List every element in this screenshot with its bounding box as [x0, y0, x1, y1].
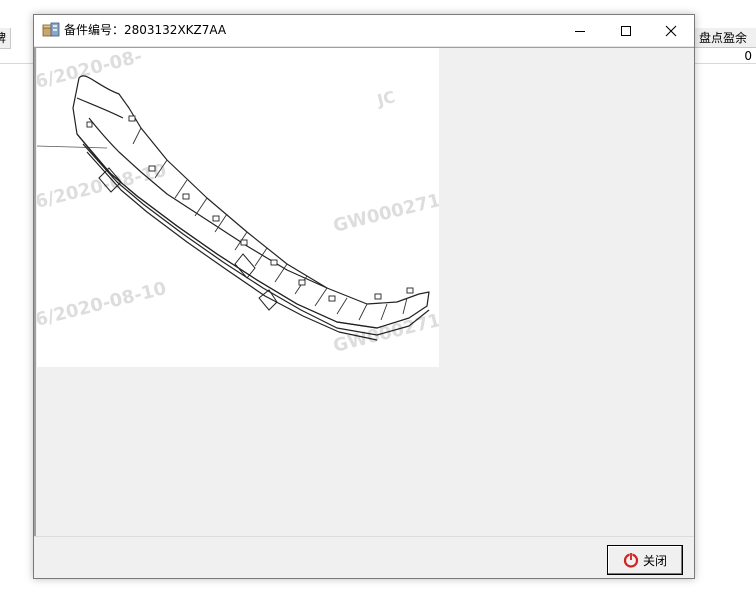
client-border-left	[34, 47, 36, 536]
grid-cell-surplus-value[interactable]: 0	[744, 49, 752, 63]
bumper-lip-drawing: 6/2020-08- 6/2020-08-10 6/2020-08-10 GW0…	[37, 48, 439, 357]
grid-header-inventory-surplus[interactable]: 盘点盈余	[694, 28, 756, 48]
grid-header-left: 牌	[0, 28, 11, 49]
dialog-client-area: 6/2020-08- 6/2020-08-10 6/2020-08-10 GW0…	[34, 47, 694, 578]
close-icon	[665, 25, 677, 36]
dialog-title: 备件编号：2803132XKZ7AA	[64, 23, 227, 37]
title-bar[interactable]: 备件编号：2803132XKZ7AA	[34, 15, 694, 47]
parts-box-icon	[42, 22, 60, 37]
close-button-label: 关闭	[642, 553, 667, 568]
close-button[interactable]: 关闭	[607, 545, 683, 575]
watermark-code-1: GW0002718	[331, 187, 439, 237]
minimize-icon	[575, 30, 585, 32]
maximize-icon	[621, 25, 631, 36]
watermark-date-1: 6/2020-08-	[37, 48, 144, 93]
part-image-dialog: 备件编号：2803132XKZ7AA 6/2020-08- 6/2020-08-…	[33, 14, 695, 579]
button-bar-divider	[34, 536, 694, 537]
watermark-date-3: 6/2020-08-10	[37, 278, 168, 331]
window-close-button[interactable]	[648, 15, 694, 46]
watermark-fragment: JC	[374, 87, 397, 110]
part-image: 6/2020-08- 6/2020-08-10 6/2020-08-10 GW0…	[37, 48, 439, 367]
maximize-button[interactable]	[603, 15, 649, 46]
minimize-button[interactable]	[557, 15, 603, 46]
power-icon	[623, 552, 639, 568]
